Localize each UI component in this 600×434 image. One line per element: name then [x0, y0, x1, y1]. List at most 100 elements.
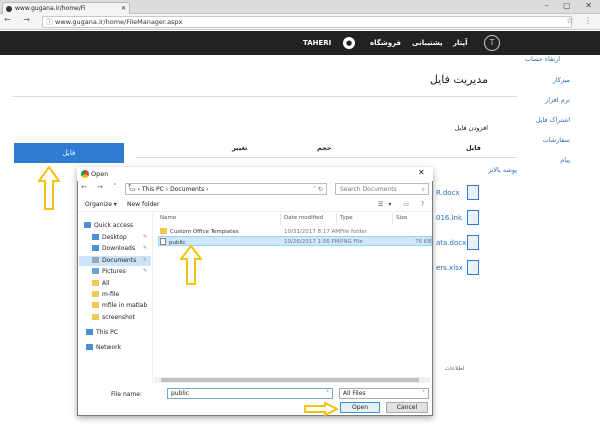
pictures-icon	[92, 268, 99, 274]
column-header-name[interactable]: Name	[160, 215, 176, 221]
file-row[interactable]: R.docx	[436, 189, 460, 197]
tree-pictures[interactable]: Pictures	[92, 268, 126, 275]
tree-screenshot[interactable]: screenshot	[92, 314, 135, 321]
arrow-right-icon	[304, 402, 338, 416]
tree-label: m-file	[102, 291, 120, 298]
organize-button[interactable]: Organize ▾	[85, 201, 117, 208]
favicon-icon	[6, 6, 12, 12]
dialog-path-bar[interactable]: ▭ › This PC › Documents › ˅ ↻	[125, 183, 327, 195]
tab-close-icon[interactable]: ✕	[121, 3, 126, 14]
tree-label: screenshot	[102, 314, 135, 321]
tree-label: This PC	[96, 329, 118, 336]
tree-label: Documents	[102, 257, 137, 264]
file-type-filter[interactable]: All Files ˅	[339, 388, 429, 399]
chevron-down-icon[interactable]: ˅	[326, 389, 329, 399]
tree-desktop[interactable]: Desktop	[92, 234, 127, 241]
tree-label: Pictures	[102, 268, 126, 275]
tree-m-file[interactable]: m-file	[92, 291, 119, 298]
view-options-icon[interactable]: ☰▾ ▭ ?	[378, 201, 429, 208]
chrome-icon	[81, 170, 89, 178]
arrow-up-icon	[38, 166, 60, 210]
nav-user[interactable]: TAHERI	[303, 31, 331, 55]
tree-all[interactable]: All	[92, 280, 109, 287]
user-icon[interactable]: ●	[343, 37, 355, 49]
nav-support[interactable]: پشتیبانی	[412, 31, 443, 55]
column-separator[interactable]	[336, 213, 337, 225]
dialog-close-icon[interactable]: ✕	[418, 168, 425, 177]
tree-quick-access[interactable]: Quick access	[84, 222, 133, 229]
image-file-icon	[160, 238, 166, 245]
nav-brand[interactable]: آپتار	[453, 31, 468, 55]
sidebar-item-share[interactable]: اشتراک فایل	[536, 116, 570, 124]
tree-label: Desktop	[102, 234, 127, 241]
horizontal-scrollbar[interactable]	[154, 377, 430, 383]
file-icon	[467, 260, 479, 275]
file-upload-button[interactable]: فایل	[14, 143, 124, 163]
file-name: Custom Office Templates	[170, 229, 239, 235]
file-date: 10/31/2017 8:17 AM	[284, 229, 341, 235]
page-info-icon: ⓘ	[46, 18, 53, 26]
tree-label: Quick access	[94, 222, 134, 229]
folder-icon	[92, 291, 99, 297]
tree-mfile-matlab[interactable]: mfile in matlab	[92, 302, 147, 309]
tree-network[interactable]: Network	[86, 344, 121, 351]
upgrade-account-link[interactable]: ارتقاء حساب	[525, 55, 560, 63]
tree-this-pc[interactable]: This PC	[86, 329, 118, 336]
path-refresh-icon[interactable]: ˅ ↻	[313, 184, 323, 195]
dialog-search-input[interactable]: Search Documents ⌕	[335, 183, 429, 195]
column-header-size[interactable]: Size	[396, 215, 407, 221]
search-placeholder: Search Documents	[340, 186, 397, 193]
dialog-title: Open	[77, 167, 433, 181]
cancel-button[interactable]: Cancel	[386, 402, 428, 413]
column-header-date[interactable]: Date modified	[284, 215, 323, 221]
file-size: 76 KB	[415, 239, 432, 245]
new-folder-button[interactable]: New folder	[127, 201, 159, 208]
filename-input[interactable]: public ˅	[167, 388, 333, 399]
column-header-type[interactable]: Type	[340, 215, 353, 221]
url-text: www.gugana.ir/home/FileManager.aspx	[55, 18, 183, 26]
download-icon	[92, 245, 99, 251]
file-icon	[467, 185, 479, 200]
file-row[interactable]: ers.xlsx	[436, 264, 463, 272]
path-pc-icon: ▭ ›	[130, 186, 142, 193]
tree-label: mfile in matlab	[102, 302, 148, 309]
url-field[interactable]: ⓘ www.gugana.ir/home/FileManager.aspx	[42, 16, 572, 28]
open-button[interactable]: Open	[340, 402, 380, 413]
arrow-up-icon	[180, 245, 202, 285]
scrollbar-thumb[interactable]	[161, 378, 419, 382]
browser-tab[interactable]: www.gugana.ir/home/Fi ✕	[2, 2, 130, 14]
tree-documents[interactable]: Documents	[92, 257, 136, 264]
file-row[interactable]: 016.lnk	[436, 214, 462, 222]
window-controls[interactable]: – ▢ ✕	[545, 1, 598, 10]
pin-icon[interactable]: ✎	[143, 257, 147, 263]
pin-icon[interactable]: ✎	[143, 234, 147, 240]
column-separator[interactable]	[392, 213, 393, 225]
folder-icon	[160, 228, 167, 234]
sidebar-item-messages[interactable]: پیام	[560, 156, 570, 164]
file-type: PNG File	[340, 239, 363, 245]
tree-label: Downloads	[102, 245, 135, 252]
sidebar-item-orders[interactable]: سفارشات	[543, 136, 570, 144]
filename-value: public	[171, 390, 190, 397]
sidebar-item-software[interactable]: نرم افزار	[545, 96, 570, 104]
nav-store[interactable]: فروشگاه	[370, 31, 401, 55]
tree-downloads[interactable]: Downloads	[92, 245, 135, 252]
bookmark-menu-icon[interactable]: ☆ ⋮	[566, 16, 596, 25]
logo-icon[interactable]: T	[484, 35, 500, 51]
add-file-label: افزودن فایل	[454, 124, 488, 132]
folder-up-link[interactable]: پوشه بالاتر	[488, 166, 517, 174]
path-this-pc[interactable]: This PC	[142, 186, 164, 193]
pin-icon[interactable]: ✎	[143, 268, 147, 274]
path-documents[interactable]: Documents	[170, 186, 204, 193]
sidebar-item-desk[interactable]: میزکار	[553, 76, 570, 84]
search-icon: ⌕	[421, 186, 425, 193]
column-modified: تغییر	[232, 144, 248, 152]
tree-label: All	[102, 280, 110, 287]
file-list-row[interactable]: Custom Office Templates	[160, 228, 239, 235]
file-row[interactable]: ata.docx	[436, 239, 466, 247]
column-file: فایل	[466, 144, 481, 152]
divider	[12, 96, 517, 97]
pin-icon[interactable]: ✎	[143, 245, 147, 251]
tab-title: www.gugana.ir/home/Fi	[15, 5, 86, 12]
column-separator[interactable]	[280, 213, 281, 225]
